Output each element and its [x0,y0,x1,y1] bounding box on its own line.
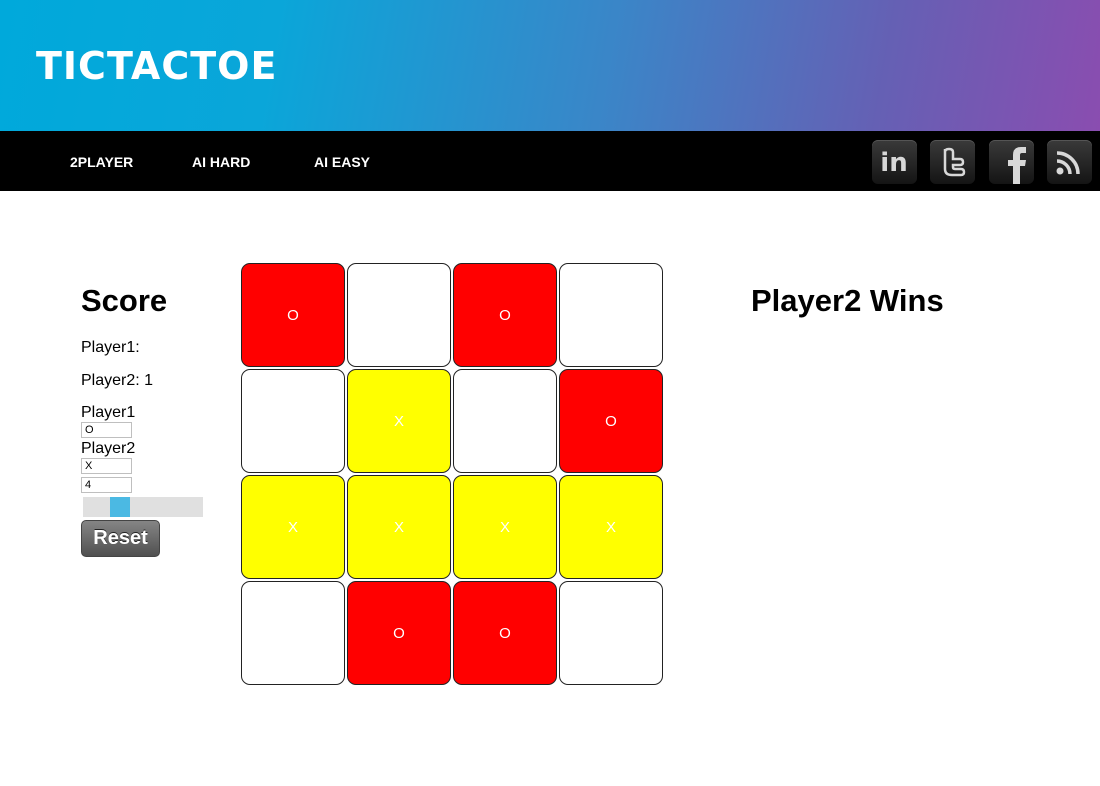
player2-label: Player2 [81,440,136,457]
twitter-icon[interactable] [930,140,975,184]
board-cell[interactable]: O [453,581,557,685]
board-cell[interactable]: O [453,263,557,367]
board-cell[interactable] [241,581,345,685]
board-cell[interactable]: O [347,581,451,685]
nav-item-ai-easy[interactable]: AI EASY [314,154,370,170]
board-cell[interactable] [241,369,345,473]
player1-label: Player1 [81,404,136,421]
board-cell[interactable] [347,263,451,367]
svg-text:in: in [880,148,907,178]
board-size-slider[interactable] [83,497,203,517]
board-cell[interactable] [559,263,663,367]
player1-symbol-input[interactable] [81,422,132,438]
reset-button[interactable]: Reset [81,520,160,557]
board-cell[interactable]: X [347,369,451,473]
slider-handle[interactable] [110,497,130,517]
board-cell[interactable]: X [453,475,557,579]
board-cell[interactable]: X [347,475,451,579]
board-cell[interactable]: O [559,369,663,473]
app-logo: TICTACTOE [36,44,278,88]
facebook-icon[interactable] [989,140,1034,184]
player2-symbol-input[interactable] [81,458,132,474]
board-size-input[interactable] [81,477,132,493]
player1-score: Player1: [81,339,140,356]
game-board: OOXOXXXXOO [241,263,665,687]
board-cell[interactable]: X [241,475,345,579]
nav-item-2player[interactable]: 2PLAYER [70,154,133,170]
board-cell[interactable]: O [241,263,345,367]
nav-item-ai-hard[interactable]: AI HARD [192,154,250,170]
board-cell[interactable]: X [559,475,663,579]
rss-icon[interactable] [1047,140,1092,184]
header-banner: TICTACTOE [0,0,1100,131]
result-message: Player2 Wins [751,283,944,318]
board-cell[interactable] [453,369,557,473]
player2-score: Player2: 1 [81,372,154,389]
score-title: Score [81,283,168,318]
linkedin-icon[interactable]: in [872,140,917,184]
board-cell[interactable] [559,581,663,685]
